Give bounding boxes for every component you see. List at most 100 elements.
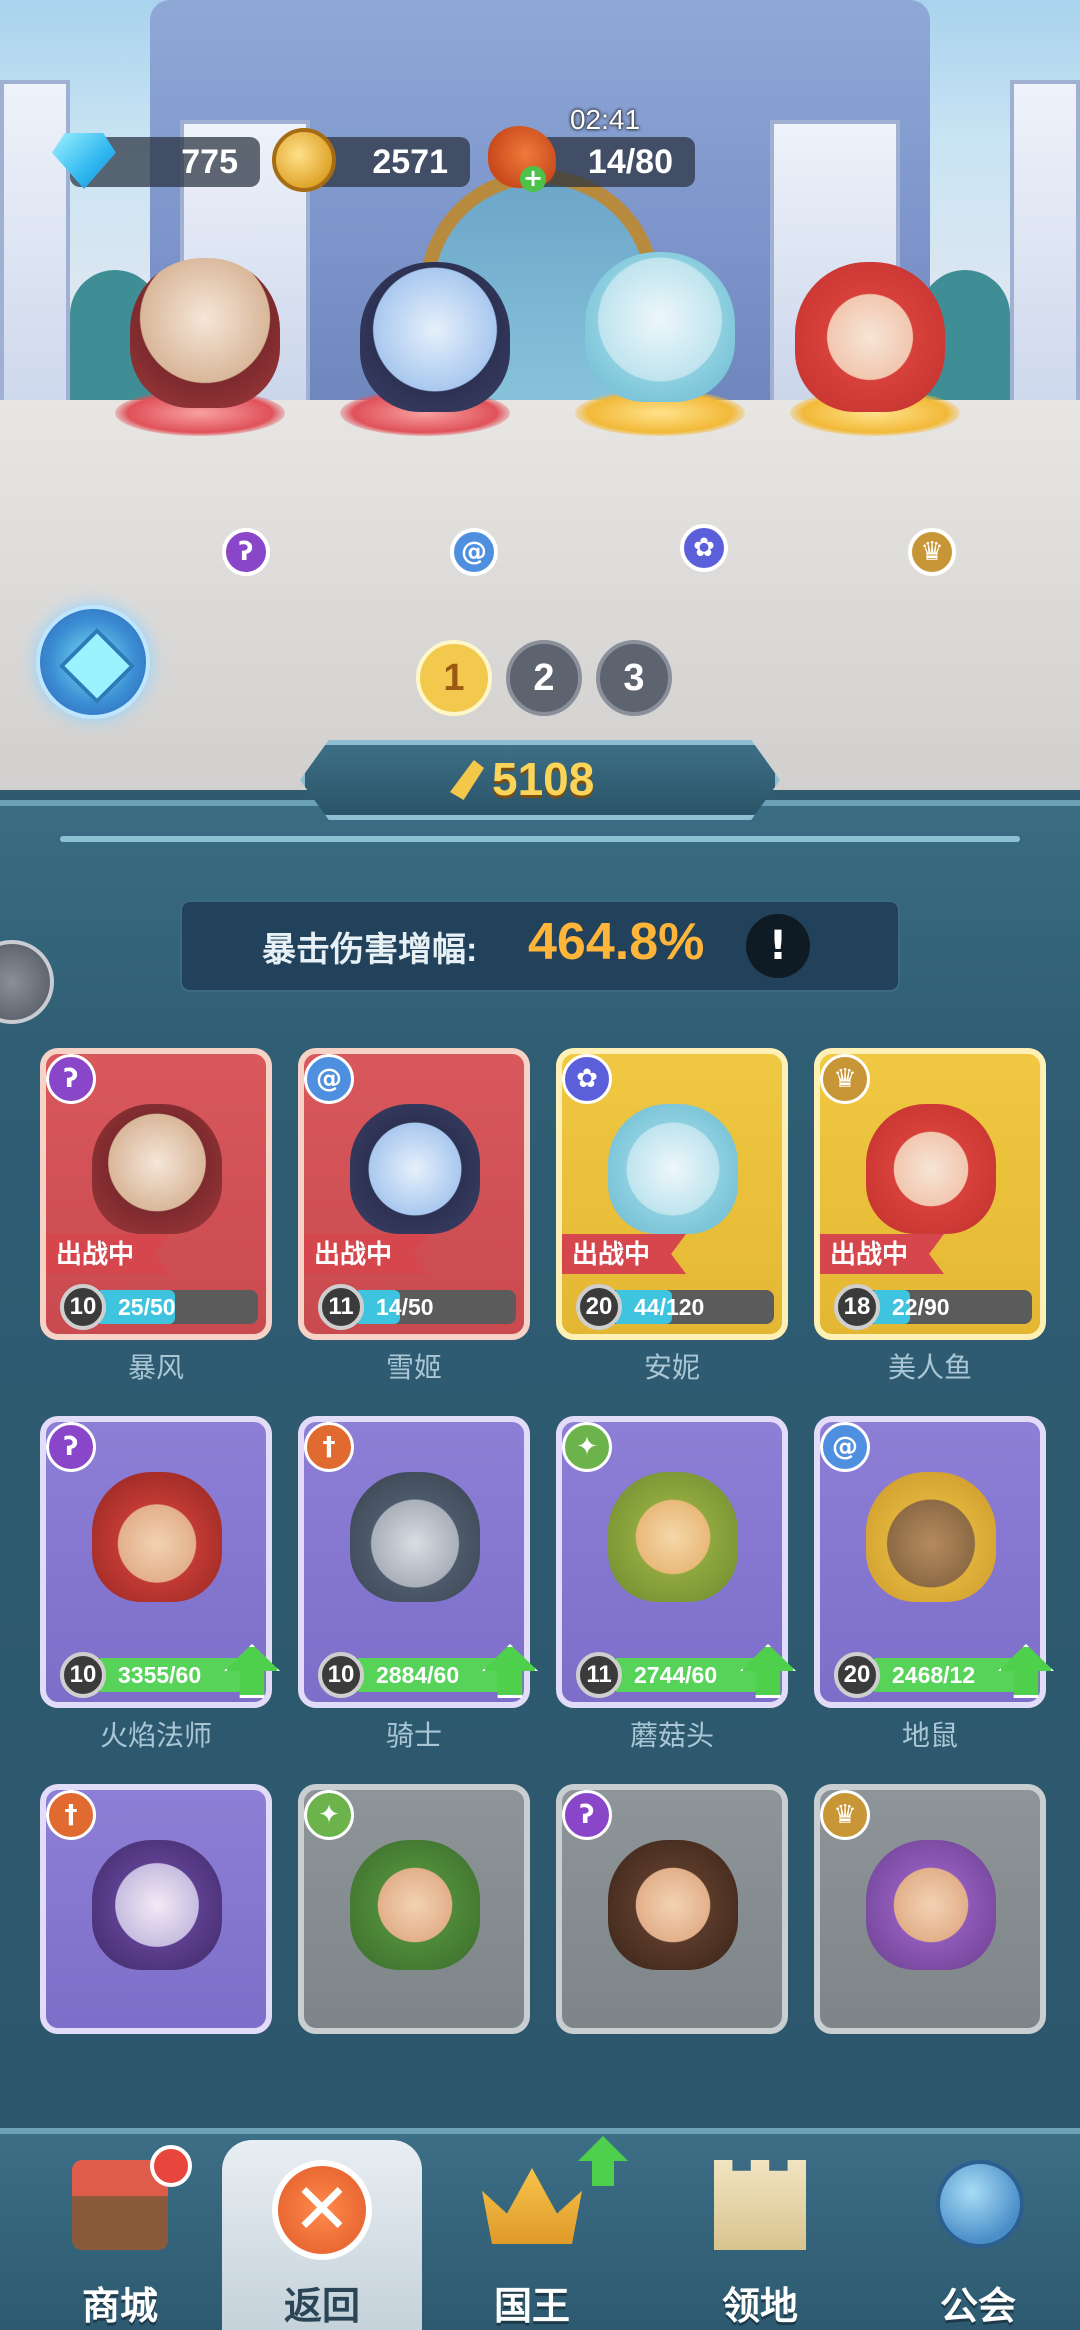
formation-page-3[interactable]: 3 — [596, 640, 672, 716]
level-progress-bar: 20 44/120 — [576, 1284, 774, 1330]
crit-bonus-value: 464.8% — [528, 913, 705, 971]
hero-portrait — [608, 1840, 738, 1970]
nav-label: 商城 — [81, 2286, 158, 2328]
hero-name: 骑士 — [385, 1720, 442, 1751]
shard-progress-text: 14/50 — [376, 1294, 434, 1320]
swirl-icon: @ — [820, 1422, 870, 1472]
wind-icon: ʔ — [46, 1422, 96, 1472]
crown-emblem-icon: ♛ — [908, 528, 956, 576]
hero-name: 火焰法师 — [99, 1720, 212, 1751]
formation-page-2[interactable]: 2 — [506, 640, 582, 716]
formation-page-1[interactable]: 1 — [416, 640, 492, 716]
close-icon: ✕ — [272, 2160, 372, 2260]
hero-portrait — [350, 1472, 480, 1602]
hero-figure-anni[interactable] — [585, 252, 735, 402]
level-progress-bar: 20 2468/12 — [834, 1652, 1032, 1698]
hero-portrait — [866, 1840, 996, 1970]
hero-figure-xueji[interactable] — [360, 262, 510, 412]
hero-card[interactable]: ʔ 出战中 10 25/50 — [40, 1048, 272, 1340]
hero-name: 雪姬 — [385, 1352, 442, 1383]
gold-coin-icon — [272, 128, 336, 192]
hero-figure-baofeng[interactable] — [130, 258, 280, 408]
star-icon: ✦ — [562, 1422, 612, 1472]
nav-label: 国王 — [493, 2286, 570, 2328]
hero-portrait — [608, 1104, 738, 1234]
shard-progress-text: 44/120 — [634, 1294, 705, 1320]
deployed-tag: 出战中 — [820, 1234, 944, 1274]
level-progress-bar: 18 22/90 — [834, 1284, 1032, 1330]
deployed-tag: 出战中 — [304, 1234, 428, 1274]
level-progress-bar: 10 2884/60 — [318, 1652, 516, 1698]
crit-bonus-label: 暴击伤害增幅: — [262, 931, 478, 969]
hero-name: 暴风 — [127, 1352, 184, 1383]
nav-label: 返回 — [283, 2286, 360, 2328]
deployed-tag: 出战中 — [46, 1234, 170, 1274]
level-progress-bar: 10 25/50 — [60, 1284, 258, 1330]
hero-portrait — [350, 1104, 480, 1234]
add-stamina-icon[interactable]: + — [520, 166, 546, 192]
hero-name: 地鼠 — [901, 1720, 958, 1751]
wind-icon: ʔ — [46, 1054, 96, 1104]
hero-level: 10 — [60, 1652, 106, 1698]
swirl-icon: @ — [304, 1054, 354, 1104]
hero-portrait — [608, 1472, 738, 1602]
level-progress-bar: 11 2744/60 — [576, 1652, 774, 1698]
hero-portrait — [866, 1104, 996, 1234]
hero-level: 20 — [834, 1652, 880, 1698]
info-icon[interactable]: ! — [746, 914, 810, 978]
hero-level: 20 — [576, 1284, 622, 1330]
stamina-timer: 02:41 — [569, 104, 641, 135]
hero-level: 18 — [834, 1284, 880, 1330]
hero-card[interactable]: ♛ — [814, 1784, 1046, 2034]
notification-dot — [150, 2145, 192, 2187]
nav-label: 公会 — [939, 2286, 1016, 2328]
hero-card[interactable]: ʔ — [556, 1784, 788, 2034]
nav-back[interactable]: ✕ 返回 — [222, 2140, 422, 2330]
crown-emblem-icon: ♛ — [820, 1790, 870, 1840]
shard-progress-text: 2884/60 — [376, 1662, 460, 1688]
level-progress-bar: 11 14/50 — [318, 1284, 516, 1330]
hero-card[interactable]: † — [40, 1784, 272, 2034]
nav-territory[interactable]: 领地 — [660, 2130, 860, 2330]
shard-progress-text: 2744/60 — [634, 1662, 718, 1688]
hero-card[interactable]: @ 出战中 11 14/50 — [298, 1048, 530, 1340]
hero-portrait — [92, 1472, 222, 1602]
team-power-value: 5108 — [492, 753, 595, 805]
hero-name: 安妮 — [643, 1352, 700, 1383]
hero-card[interactable]: ✦ — [298, 1784, 530, 2034]
nav-label: 领地 — [721, 2286, 798, 2328]
hero-portrait — [92, 1840, 222, 1970]
hero-portrait — [92, 1104, 222, 1234]
formation-skill-button[interactable] — [36, 605, 150, 719]
paw-icon: ✿ — [562, 1054, 612, 1104]
panel-divider — [60, 836, 1020, 842]
nav-guild[interactable]: 公会 — [878, 2130, 1078, 2330]
hero-portrait — [350, 1840, 480, 1970]
level-progress-bar: 10 3355/60 — [60, 1652, 258, 1698]
wind-icon: ʔ — [222, 528, 270, 576]
castle-icon — [714, 2160, 806, 2250]
swirl-icon: @ — [450, 528, 498, 576]
shard-progress-text: 2468/12 — [892, 1662, 976, 1688]
hero-portrait — [866, 1472, 996, 1602]
shard-progress-text: 3355/60 — [118, 1662, 202, 1688]
hero-card[interactable]: ♛ 出战中 18 22/90 — [814, 1048, 1046, 1340]
planet-icon — [936, 2160, 1024, 2248]
paw-icon: ✿ — [680, 524, 728, 572]
sword-icon: † — [46, 1790, 96, 1840]
hero-figure-meirenyu[interactable] — [795, 262, 945, 412]
sword-icon: † — [304, 1422, 354, 1472]
wind-icon: ʔ — [562, 1790, 612, 1840]
star-icon: ✦ — [304, 1790, 354, 1840]
hero-name: 美人鱼 — [887, 1352, 972, 1383]
hero-level: 11 — [318, 1284, 364, 1330]
crown-icon — [482, 2168, 582, 2244]
hero-level: 10 — [60, 1284, 106, 1330]
hero-name: 蘑菇头 — [629, 1720, 714, 1751]
crown-emblem-icon: ♛ — [820, 1054, 870, 1104]
shard-progress-text: 25/50 — [118, 1294, 176, 1320]
hero-level: 11 — [576, 1652, 622, 1698]
shard-progress-text: 22/90 — [892, 1294, 950, 1320]
deployed-tag: 出战中 — [562, 1234, 686, 1274]
hero-card[interactable]: ✿ 出战中 20 44/120 — [556, 1048, 788, 1340]
